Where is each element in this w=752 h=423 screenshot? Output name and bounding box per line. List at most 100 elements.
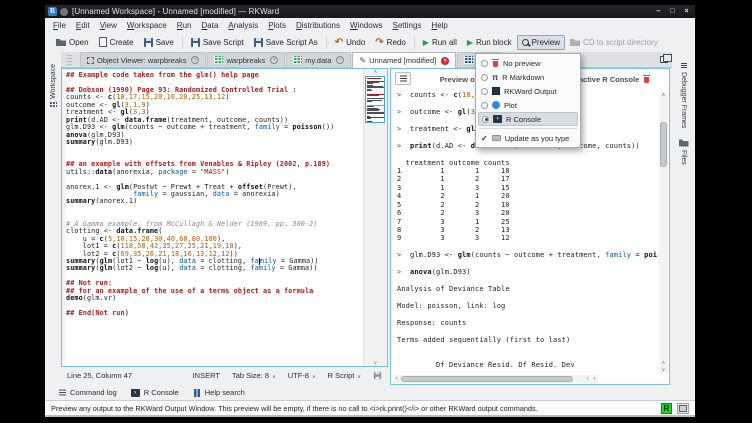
code-line: ## Dobson (1990) Page 93: Randomized Con… bbox=[66, 86, 363, 93]
menu-file[interactable]: File bbox=[48, 21, 71, 30]
bottom-tool-bar: Command log R Console Help search bbox=[45, 385, 695, 400]
save-button[interactable]: Save bbox=[139, 35, 179, 50]
menu-windows[interactable]: Windows bbox=[345, 21, 387, 30]
r-status-button[interactable] bbox=[677, 403, 689, 414]
menu-bar: FileEditViewWorkspaceRunDataAnalysisPlot… bbox=[45, 18, 695, 32]
minimap-thumbnail[interactable] bbox=[365, 76, 385, 123]
code-line: 4 2 1 20 bbox=[397, 192, 658, 200]
editor-minimap-scrollbar[interactable] bbox=[363, 69, 387, 366]
button-label: CD to script directory bbox=[583, 38, 658, 47]
close-tab-icon[interactable] bbox=[270, 56, 278, 64]
scroll-left-icon[interactable] bbox=[393, 376, 400, 382]
code-line bbox=[397, 327, 658, 335]
dock-tab-files[interactable]: Files bbox=[672, 139, 695, 165]
scroll-up-icon[interactable] bbox=[659, 360, 668, 366]
code-line bbox=[397, 150, 658, 158]
code-line: summary(anorex.1) bbox=[66, 197, 363, 204]
redo-button[interactable]: Redo bbox=[370, 34, 411, 51]
console-vertical-scrollbar[interactable] bbox=[659, 92, 668, 373]
menu-item-plot[interactable]: Plot bbox=[478, 98, 578, 112]
menu-item-rkward-output[interactable]: RKWard Output bbox=[478, 84, 578, 98]
save-script-button[interactable]: Save Script bbox=[186, 35, 249, 50]
scrollbar-thumb[interactable] bbox=[660, 122, 667, 167]
close-tab-icon[interactable] bbox=[191, 56, 199, 64]
button-label: Run all bbox=[432, 38, 457, 47]
left-dock-bar: Workspace bbox=[45, 52, 61, 385]
run-all-button[interactable]: Run all bbox=[418, 35, 462, 50]
open-button[interactable]: Open bbox=[51, 35, 94, 50]
code-line bbox=[66, 145, 363, 152]
chevron-down-icon bbox=[272, 371, 276, 380]
menu-item-r-markdown[interactable]: R Markdown bbox=[478, 70, 578, 84]
code-line bbox=[66, 175, 363, 182]
code-line: 7 3 1 25 bbox=[397, 218, 658, 226]
code-line: # A Gamma example, from McCullagh & Neld… bbox=[66, 220, 363, 227]
save-script-as-button[interactable]: Save Script As bbox=[249, 35, 323, 50]
split-view-icon[interactable] bbox=[660, 56, 668, 63]
code-line: demo(glm.vr) bbox=[66, 294, 363, 301]
menu-settings[interactable]: Settings bbox=[387, 21, 426, 30]
code-line bbox=[66, 78, 363, 85]
workspace-icon bbox=[49, 101, 57, 108]
code-line bbox=[397, 353, 658, 361]
close-icon[interactable] bbox=[681, 7, 692, 17]
title-bar[interactable]: [Unnamed Workspace] - Unnamed [modified]… bbox=[45, 5, 695, 18]
dock-tab-debugger-frames[interactable]: Debugger Frames bbox=[672, 62, 695, 129]
dock-tab-workspace[interactable]: Workspace bbox=[45, 55, 61, 117]
tab-object-viewer-warpbreaks[interactable]: Object Viewer: warpbreaks bbox=[80, 52, 206, 67]
preview-menu-button[interactable] bbox=[395, 72, 411, 85]
encoding-select[interactable]: UTF-8 bbox=[288, 371, 316, 380]
code-line: ## End(Not run) bbox=[66, 309, 363, 316]
minimap-line bbox=[367, 121, 372, 122]
toolbar-separator bbox=[326, 36, 327, 49]
insert-mode[interactable]: INSERT bbox=[193, 371, 220, 380]
toolview-tab-label: Help search bbox=[205, 388, 245, 397]
code-line bbox=[66, 205, 363, 212]
r-busy-indicator[interactable]: R bbox=[661, 403, 672, 414]
menu-plots[interactable]: Plots bbox=[263, 21, 291, 30]
menu-distributions[interactable]: Distributions bbox=[291, 21, 345, 30]
code-line bbox=[66, 212, 363, 219]
tab-warpbreaks[interactable]: warpbreaks bbox=[207, 52, 285, 67]
menu-item-update-as-you-type[interactable]: Update as you type bbox=[478, 131, 578, 145]
dock-drag-handle[interactable] bbox=[67, 55, 72, 65]
scroll-down-icon[interactable] bbox=[364, 360, 387, 366]
code-line bbox=[397, 294, 658, 302]
preview-button[interactable]: Preview bbox=[517, 35, 565, 50]
menu-item-no-preview[interactable]: No preview bbox=[478, 56, 578, 70]
scroll-up-icon[interactable] bbox=[659, 92, 668, 98]
menu-view[interactable]: View bbox=[95, 21, 122, 30]
filetype-select[interactable]: R Script bbox=[328, 371, 361, 380]
menu-item-label: R Markdown bbox=[502, 73, 544, 82]
console-horizontal-scrollbar[interactable] bbox=[393, 375, 598, 383]
toolview-tab-help-search[interactable]: Help search bbox=[193, 388, 245, 397]
scrollbar-thumb[interactable] bbox=[401, 376, 573, 382]
menu-data[interactable]: Data bbox=[196, 21, 223, 30]
close-tab-icon[interactable] bbox=[441, 57, 449, 65]
scroll-up-icon[interactable] bbox=[364, 69, 387, 75]
tab-unnamed-modified[interactable]: Unnamed [modified] bbox=[352, 52, 456, 68]
menu-run[interactable]: Run bbox=[172, 21, 197, 30]
create-button[interactable]: Create bbox=[94, 34, 139, 50]
scroll-left-icon[interactable] bbox=[584, 376, 591, 382]
scroll-right-icon[interactable] bbox=[591, 376, 598, 382]
menu-help[interactable]: Help bbox=[426, 21, 452, 30]
maximize-icon[interactable] bbox=[667, 7, 678, 17]
code-line: clotting <- data.frame( bbox=[66, 227, 363, 234]
button-label: Create bbox=[110, 38, 134, 47]
code-area[interactable]: ## Example code taken from the glm() hel… bbox=[62, 69, 363, 366]
menu-workspace[interactable]: Workspace bbox=[122, 21, 172, 30]
toolview-tab-r-console[interactable]: R Console bbox=[131, 388, 179, 397]
close-tab-icon[interactable] bbox=[336, 56, 344, 64]
run-block-button[interactable]: Run block bbox=[462, 35, 517, 50]
minimize-icon[interactable] bbox=[653, 7, 664, 17]
menu-item-r-console[interactable]: R Console bbox=[478, 112, 578, 126]
tab-my-data[interactable]: my.data bbox=[286, 52, 351, 67]
menu-edit[interactable]: Edit bbox=[71, 21, 95, 30]
scroll-down-icon[interactable] bbox=[659, 367, 668, 373]
discard-preview-icon[interactable] bbox=[643, 75, 650, 83]
undo-button[interactable]: Undo bbox=[330, 34, 371, 51]
tab-size-select[interactable]: Tab Size: 8 bbox=[232, 371, 276, 380]
toolview-tab-command-log[interactable]: Command log bbox=[59, 388, 117, 397]
menu-analysis[interactable]: Analysis bbox=[223, 21, 263, 30]
